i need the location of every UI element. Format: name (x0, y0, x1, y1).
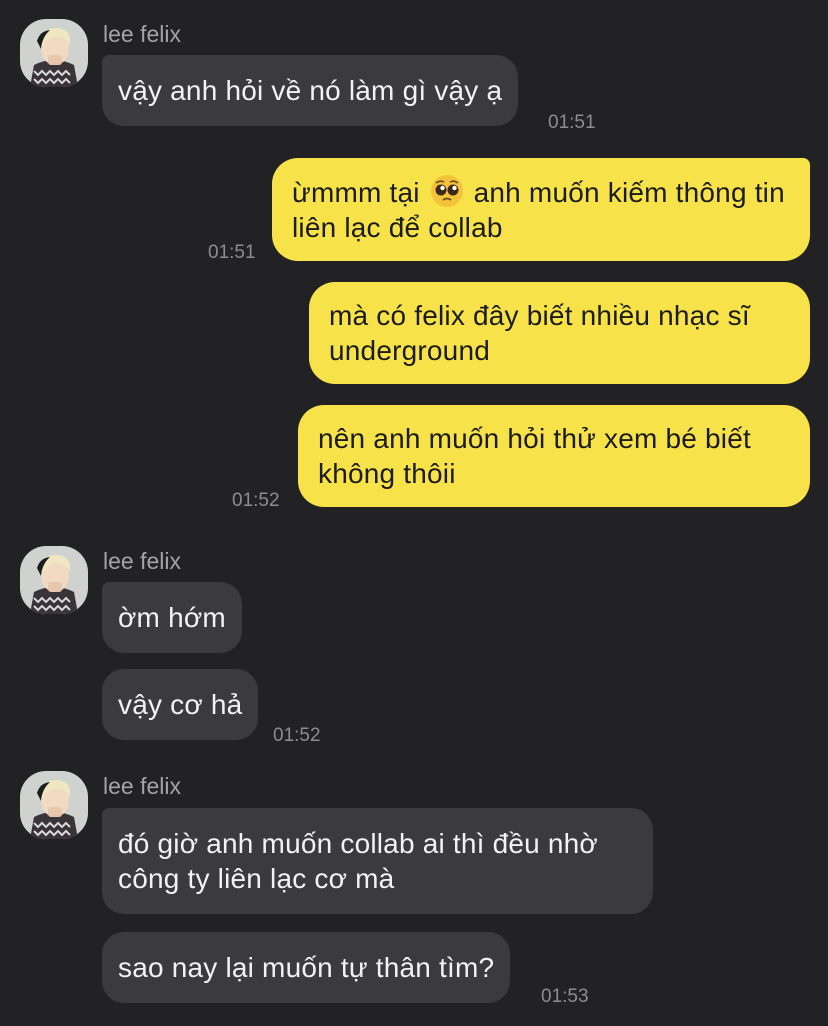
incoming-message-bubble[interactable]: vậy anh hỏi về nó làm gì vậy ạ (102, 55, 519, 126)
message-text: mà có felix đây biết nhiều nhạc sĩ under… (329, 300, 750, 366)
sender-name: lee felix (103, 548, 181, 574)
outgoing-message-bubble[interactable]: nên anh muốn hỏi thử xem bé biết không t… (298, 405, 810, 507)
incoming-message-bubble[interactable]: đó giờ anh muốn collab ai thì đều nhờ cô… (102, 808, 653, 914)
pleading-face-icon (430, 174, 464, 208)
contact-avatar[interactable] (20, 771, 88, 839)
incoming-message-bubble[interactable]: ờm hớm (102, 582, 242, 653)
message-text: ừmmm tại (292, 177, 420, 208)
message-text: vậy cơ hả (118, 689, 243, 720)
contact-avatar[interactable] (20, 546, 88, 614)
contact-avatar[interactable] (20, 19, 88, 87)
message-text: ờm hớm (118, 602, 226, 633)
message-timestamp: 01:52 (273, 725, 321, 746)
sender-name: lee felix (103, 21, 181, 47)
sender-name: lee felix (103, 773, 181, 799)
message-text: sao nay lại muốn tự thân tìm? (118, 952, 495, 983)
outgoing-message-bubble[interactable]: mà có felix đây biết nhiều nhạc sĩ under… (309, 282, 810, 384)
message-timestamp: 01:51 (548, 112, 596, 133)
message-text: nên anh muốn hỏi thử xem bé biết không t… (318, 423, 751, 489)
message-timestamp: 01:53 (541, 986, 589, 1007)
message-text: đó giờ anh muốn collab ai thì đều nhờ cô… (118, 828, 598, 894)
outgoing-message-bubble[interactable]: ừmmm tại anh muốn kiếm thông tin liên lạ… (272, 158, 810, 261)
incoming-message-bubble[interactable]: vậy cơ hả (102, 669, 259, 740)
incoming-message-bubble[interactable]: sao nay lại muốn tự thân tìm? (102, 932, 511, 1003)
message-timestamp: 01:52 (232, 490, 280, 511)
message-timestamp: 01:51 (208, 242, 256, 263)
message-text: vậy anh hỏi về nó làm gì vậy ạ (118, 75, 503, 106)
